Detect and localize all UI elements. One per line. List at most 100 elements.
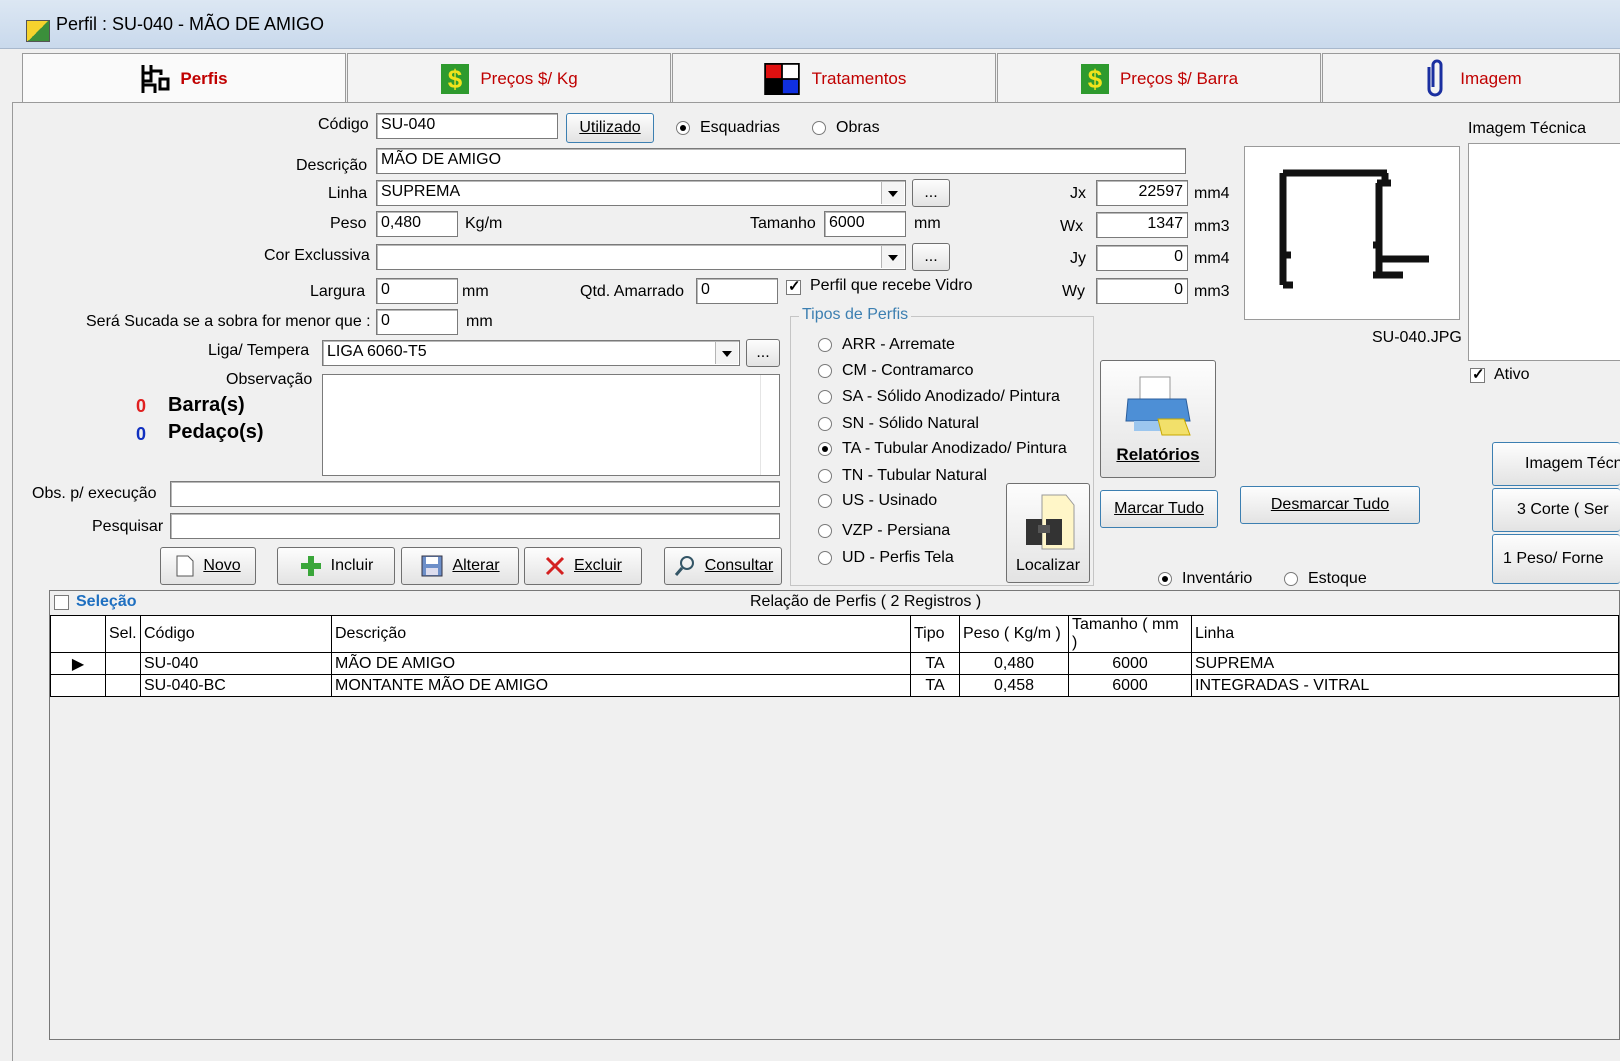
perfil-vidro-checkbox[interactable] xyxy=(786,277,801,295)
scrollbar[interactable] xyxy=(760,375,779,475)
jx-input[interactable]: 22597 xyxy=(1096,180,1188,206)
incluir-button[interactable]: Incluir xyxy=(277,547,395,585)
cor-label: Cor Exclussiva xyxy=(264,247,370,264)
linha-select[interactable]: SUPREMA xyxy=(376,180,906,206)
incluir-label: Incluir xyxy=(330,557,374,574)
peso-input[interactable]: 0,480 xyxy=(376,211,458,237)
alterar-button[interactable]: Alterar xyxy=(401,547,519,585)
jy-label: Jy xyxy=(1070,250,1086,267)
estoque-radio[interactable] xyxy=(1284,572,1298,586)
largura-input[interactable]: 0 xyxy=(376,278,458,304)
perfil-vidro-label: Perfil que recebe Vidro xyxy=(810,277,973,294)
obs-execucao-input[interactable] xyxy=(170,481,780,507)
jy-input[interactable]: 0 xyxy=(1096,245,1188,271)
sucada-label: Será Sucada se a sobra for menor que : xyxy=(86,313,371,330)
image-filename: SU-040.JPG xyxy=(1372,329,1462,346)
tipo-radio[interactable] xyxy=(818,442,832,456)
largura-label: Largura xyxy=(310,283,366,300)
title-bar: Perfil : SU-040 - MÃO DE AMIGO xyxy=(0,0,1620,49)
tipo-radio[interactable] xyxy=(818,338,832,352)
tab-tratamentos[interactable]: Tratamentos xyxy=(672,53,996,103)
jx-label: Jx xyxy=(1070,185,1086,202)
table-row[interactable]: SU-040-BC MONTANTE MÃO DE AMIGO TA 0,458… xyxy=(50,674,1619,697)
column-header[interactable]: Tamanho ( mm ) xyxy=(1068,615,1192,653)
tab-label: Preços $/ Kg xyxy=(480,68,578,88)
peso-label: Peso xyxy=(330,215,367,232)
tipo-radio[interactable] xyxy=(818,494,832,508)
liga-select[interactable]: LIGA 6060-T5 xyxy=(322,340,740,366)
qtd-amarrado-input[interactable]: 0 xyxy=(696,278,778,304)
tipo-radio[interactable] xyxy=(818,469,832,483)
ativo-checkbox[interactable] xyxy=(1470,365,1485,383)
paperclip-icon xyxy=(1427,59,1443,96)
wy-label: Wy xyxy=(1062,283,1085,300)
sucada-input[interactable]: 0 xyxy=(376,309,458,335)
liga-lookup-button[interactable]: ... xyxy=(746,339,780,367)
excluir-button[interactable]: Excluir xyxy=(524,547,642,585)
descricao-input[interactable]: MÃO DE AMIGO xyxy=(376,148,1186,174)
row-indicator-header xyxy=(50,615,106,653)
tipo-radio[interactable] xyxy=(818,524,832,538)
peso-forne-button[interactable]: 1 Peso/ Forne xyxy=(1492,534,1620,584)
column-header[interactable]: Peso ( Kg/m ) xyxy=(959,615,1069,653)
column-header[interactable]: Linha xyxy=(1191,615,1619,653)
cor-lookup-button[interactable]: ... xyxy=(912,243,950,271)
table-row[interactable]: ▶ SU-040 MÃO DE AMIGO TA 0,480 6000 SUPR… xyxy=(50,652,1619,675)
chevron-down-icon[interactable] xyxy=(881,182,904,204)
window-title: Perfil : SU-040 - MÃO DE AMIGO xyxy=(56,14,325,34)
tipo-cell: TA xyxy=(910,652,960,675)
inventario-radio[interactable] xyxy=(1158,572,1172,586)
desmarcar-tudo-button[interactable]: Desmarcar Tudo xyxy=(1240,486,1420,524)
pesquisar-input[interactable] xyxy=(170,513,780,539)
imagem-tecnica-label: Imagem Técnica xyxy=(1468,120,1586,137)
column-header[interactable]: Descrição xyxy=(331,615,911,653)
tipo-radio[interactable] xyxy=(818,390,832,404)
corte-label: 3 Corte ( Ser xyxy=(1517,501,1609,518)
tab-precos-kg[interactable]: $ Preços $/ Kg xyxy=(347,53,671,103)
jx-unit: mm4 xyxy=(1194,185,1230,202)
row-indicator xyxy=(50,674,106,697)
tipo-radio[interactable] xyxy=(818,551,832,565)
chevron-down-icon[interactable] xyxy=(715,342,738,364)
tab-precos-barra[interactable]: $ Preços $/ Barra xyxy=(997,53,1321,103)
column-header[interactable]: Sel. xyxy=(105,615,141,653)
consultar-button[interactable]: Consultar xyxy=(664,547,782,585)
utilizado-label: Utilizado xyxy=(579,119,641,136)
wx-input[interactable]: 1347 xyxy=(1096,212,1188,238)
cor-select[interactable] xyxy=(376,244,906,270)
sel-cell[interactable] xyxy=(105,652,141,675)
tab-strip: Perfis $ Preços $/ Kg Tratamentos $ Preç… xyxy=(22,53,1620,105)
selecao-checkbox[interactable] xyxy=(54,595,69,610)
marcar-tudo-button[interactable]: Marcar Tudo xyxy=(1100,490,1218,528)
profile-image xyxy=(1244,146,1460,320)
novo-button[interactable]: Novo xyxy=(160,547,256,585)
obras-radio[interactable] xyxy=(812,121,826,135)
descricao-cell: MONTANTE MÃO DE AMIGO xyxy=(331,674,911,697)
esquadrias-radio[interactable] xyxy=(676,121,690,135)
tamanho-input[interactable]: 6000 xyxy=(824,211,906,237)
obs-execucao-label: Obs. p/ execução xyxy=(32,485,157,502)
column-header[interactable]: Código xyxy=(140,615,332,653)
tipo-radio[interactable] xyxy=(818,364,832,378)
codigo-cell: SU-040-BC xyxy=(140,674,332,697)
observacao-textarea[interactable] xyxy=(322,374,780,476)
tab-perfis[interactable]: Perfis xyxy=(22,53,346,105)
selecao-label: Seleção xyxy=(76,593,137,610)
chevron-down-icon[interactable] xyxy=(881,246,904,268)
imagem-tecnica-button[interactable]: Imagem Técn xyxy=(1492,442,1620,486)
tab-label: Imagem xyxy=(1460,68,1522,88)
column-header[interactable]: Tipo xyxy=(910,615,960,653)
corte-button[interactable]: 3 Corte ( Ser xyxy=(1492,488,1620,532)
tab-imagem[interactable]: Imagem xyxy=(1322,53,1620,103)
linha-lookup-button[interactable]: ... xyxy=(912,179,950,207)
svg-text:$: $ xyxy=(448,64,463,94)
relatorios-button[interactable]: Relatórios xyxy=(1100,360,1216,478)
color-squares-icon xyxy=(763,62,800,95)
wy-input[interactable]: 0 xyxy=(1096,278,1188,304)
tipo-radio[interactable] xyxy=(818,417,832,431)
utilizado-button[interactable]: Utilizado xyxy=(566,113,654,143)
localizar-button[interactable]: Localizar xyxy=(1006,483,1090,583)
codigo-input[interactable]: SU-040 xyxy=(376,113,558,139)
tab-label: Perfis xyxy=(180,69,228,88)
sel-cell[interactable] xyxy=(105,674,141,697)
